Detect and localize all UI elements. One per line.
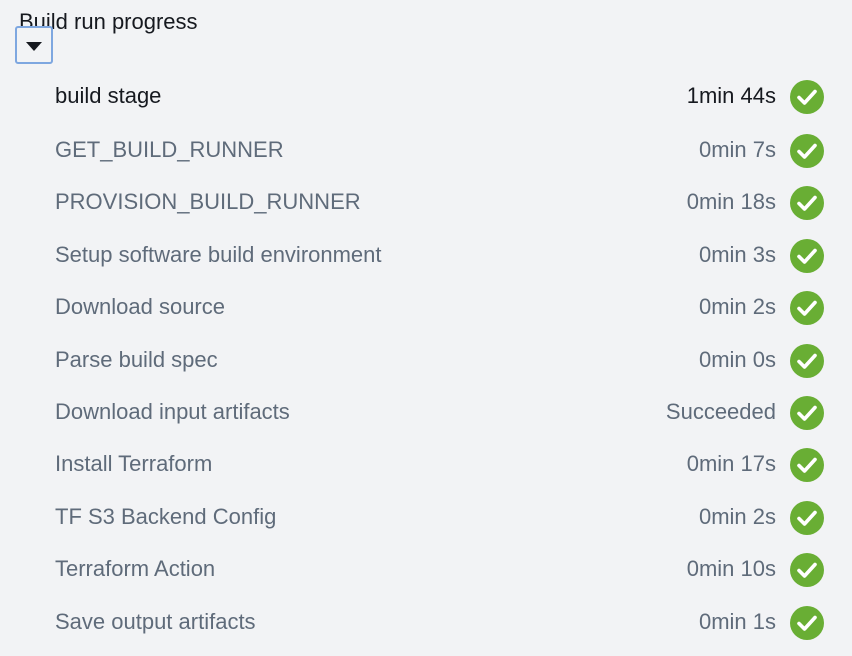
stage-duration: 1min 44s xyxy=(686,83,776,108)
step-label: Install Terraform xyxy=(55,451,213,476)
step-label: TF S3 Backend Config xyxy=(55,504,277,529)
step-duration: 0min 1s xyxy=(698,609,776,634)
check-circle-icon xyxy=(790,80,824,114)
check-circle-icon xyxy=(790,291,824,325)
step-duration: 0min 10s xyxy=(686,556,776,581)
check-circle-icon xyxy=(790,344,824,378)
check-circle-icon xyxy=(790,239,824,273)
step-label: Save output artifacts xyxy=(55,609,256,634)
step-duration: 0min 3s xyxy=(698,242,776,267)
step-duration: 0min 7s xyxy=(698,137,776,162)
check-circle-icon xyxy=(790,553,824,587)
step-duration: Succeeded xyxy=(665,399,776,424)
caret-down-icon xyxy=(26,41,42,51)
stage-toggle-button[interactable] xyxy=(15,26,53,64)
step-label: Parse build spec xyxy=(55,347,218,372)
step-duration: 0min 18s xyxy=(686,189,776,214)
step-label: Terraform Action xyxy=(55,556,216,581)
step-label: Download input artifacts xyxy=(55,399,290,424)
check-circle-icon xyxy=(790,606,824,640)
check-circle-icon xyxy=(790,448,824,482)
step-label: Setup software build environment xyxy=(55,242,382,267)
step-duration: 0min 2s xyxy=(698,294,776,319)
check-circle-icon xyxy=(790,134,824,168)
step-duration: 0min 2s xyxy=(698,504,776,529)
step-duration: 0min 0s xyxy=(698,347,776,372)
step-duration: 0min 17s xyxy=(686,451,776,476)
check-circle-icon xyxy=(790,186,824,220)
build-progress-panel: Build run progress build stage 1min 44s … xyxy=(0,0,852,656)
step-label: Download source xyxy=(55,294,225,319)
stage-label: build stage xyxy=(55,83,162,108)
check-circle-icon xyxy=(790,501,824,535)
step-label: PROVISION_BUILD_RUNNER xyxy=(55,189,361,214)
check-circle-icon xyxy=(790,396,824,430)
step-label: GET_BUILD_RUNNER xyxy=(55,137,284,162)
